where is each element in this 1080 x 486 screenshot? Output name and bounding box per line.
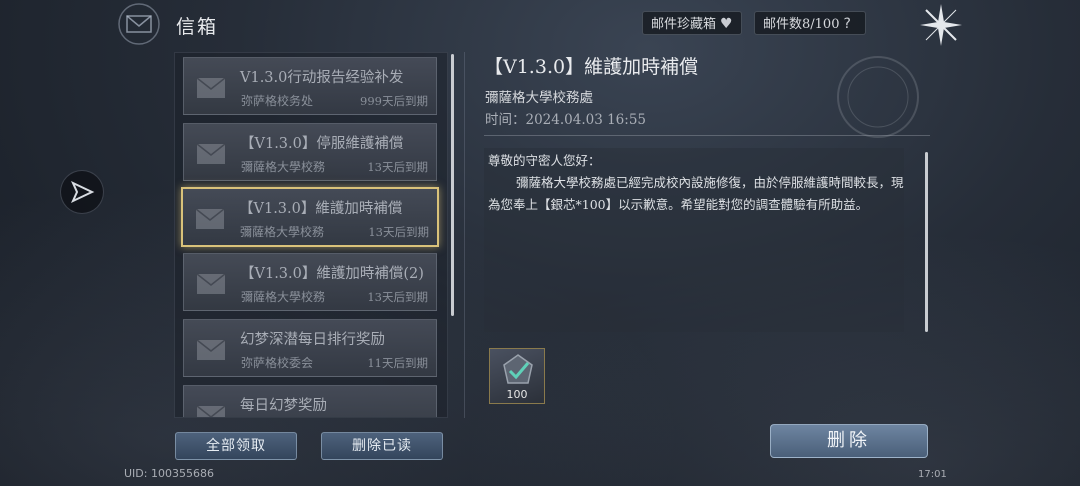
send-icon bbox=[70, 180, 95, 204]
mail-crest-icon bbox=[118, 3, 160, 45]
reward-item[interactable]: 100 bbox=[489, 348, 545, 404]
envelope-icon bbox=[196, 405, 226, 417]
envelope-icon bbox=[195, 208, 225, 229]
help-icon: ? bbox=[843, 16, 851, 32]
heart-icon: ♥ bbox=[720, 16, 733, 32]
divider bbox=[484, 135, 930, 136]
mail-collection-button[interactable]: 邮件珍藏箱 ♥ bbox=[642, 11, 742, 35]
delete-button[interactable]: 删除 bbox=[770, 424, 928, 458]
mail-subject: 【V1.3.0】維護加時補償(2) bbox=[240, 266, 424, 282]
mail-subject: 每日幻梦奖励 bbox=[240, 398, 327, 414]
mail-subject: 【V1.3.0】維護加時補償 bbox=[239, 201, 403, 217]
mail-collection-label: 邮件珍藏箱 bbox=[651, 17, 717, 32]
mail-sender: 彌薩格大學校務 bbox=[241, 160, 326, 174]
mail-sender: 彌薩格大學校務 bbox=[240, 225, 325, 239]
mail-body-scrollbar[interactable] bbox=[925, 152, 928, 332]
mail-sender: 彌薩格大學校務 bbox=[241, 290, 326, 304]
page-title: 信箱 bbox=[176, 16, 219, 38]
mail-item[interactable]: 【V1.3.0】維護加時補償(2) 彌薩格大學校務 13天后到期 bbox=[183, 253, 437, 311]
delete-read-button[interactable]: 删除已读 bbox=[321, 432, 443, 460]
mail-list[interactable]: V1.3.0行动报告经验补发 弥萨格校务处 999天后到期 【V1.3.0】停服… bbox=[174, 52, 448, 418]
mail-item[interactable]: V1.3.0行动报告经验补发 弥萨格校务处 999天后到期 bbox=[183, 57, 437, 115]
mail-expiry: 11天后到期 bbox=[367, 356, 428, 370]
compose-button[interactable] bbox=[60, 170, 104, 214]
mail-item[interactable]: 每日幻梦奖励 bbox=[183, 385, 437, 417]
mail-detail-sender: 彌薩格大學校務處 bbox=[485, 90, 593, 106]
mail-body-text: 彌薩格大學校務處已經完成校內設施修復，由於停服維護時間較長，現為您奉上【銀芯*1… bbox=[488, 175, 904, 212]
mail-subject: V1.3.0行动报告经验补发 bbox=[240, 70, 404, 86]
claim-all-button[interactable]: 全部领取 bbox=[175, 432, 297, 460]
silver-core-icon bbox=[503, 354, 533, 384]
mail-list-scrollbar[interactable] bbox=[451, 54, 454, 316]
clock: 17:01 bbox=[918, 469, 947, 480]
mail-expiry: 13天后到期 bbox=[368, 225, 429, 239]
user-id: UID: 100355686 bbox=[124, 467, 214, 480]
mail-item[interactable]: 幻梦深潜每日排行奖励 弥萨格校委会 11天后到期 bbox=[183, 319, 437, 377]
mail-detail-time: 时间：2024.04.03 16:55 bbox=[485, 112, 646, 128]
reward-count: 100 bbox=[506, 388, 528, 401]
mail-greeting: 尊敬的守密人您好： bbox=[488, 153, 601, 168]
mail-sender: 弥萨格校委会 bbox=[241, 356, 314, 370]
envelope-icon bbox=[196, 339, 226, 360]
mail-count-badge[interactable]: 邮件数8/100? bbox=[754, 11, 866, 35]
mail-expiry: 999天后到期 bbox=[360, 94, 428, 108]
mail-body: 尊敬的守密人您好： 彌薩格大學校務處已經完成校內設施修復，由於停服維護時間較長，… bbox=[488, 150, 906, 216]
mail-item[interactable]: 【V1.3.0】停服維護補償 彌薩格大學校務 13天后到期 bbox=[183, 123, 437, 181]
envelope-icon bbox=[196, 77, 226, 98]
envelope-icon bbox=[196, 143, 226, 164]
mail-subject: 幻梦深潜每日排行奖励 bbox=[240, 332, 385, 348]
mail-item-selected[interactable]: 【V1.3.0】維護加時補償 彌薩格大學校務 13天后到期 bbox=[181, 187, 439, 247]
university-emblem-icon bbox=[837, 56, 919, 138]
mail-count-label: 邮件数8/100 bbox=[763, 17, 840, 32]
mail-expiry: 13天后到期 bbox=[367, 160, 428, 174]
envelope-icon bbox=[196, 273, 226, 294]
pane-divider bbox=[464, 52, 465, 418]
mail-detail-title: 【V1.3.0】維護加時補償 bbox=[484, 56, 699, 78]
mail-subject: 【V1.3.0】停服維護補償 bbox=[240, 136, 404, 152]
mail-sender: 弥萨格校务处 bbox=[241, 94, 314, 108]
compass-close-icon[interactable] bbox=[918, 2, 964, 48]
mail-expiry: 13天后到期 bbox=[367, 290, 428, 304]
